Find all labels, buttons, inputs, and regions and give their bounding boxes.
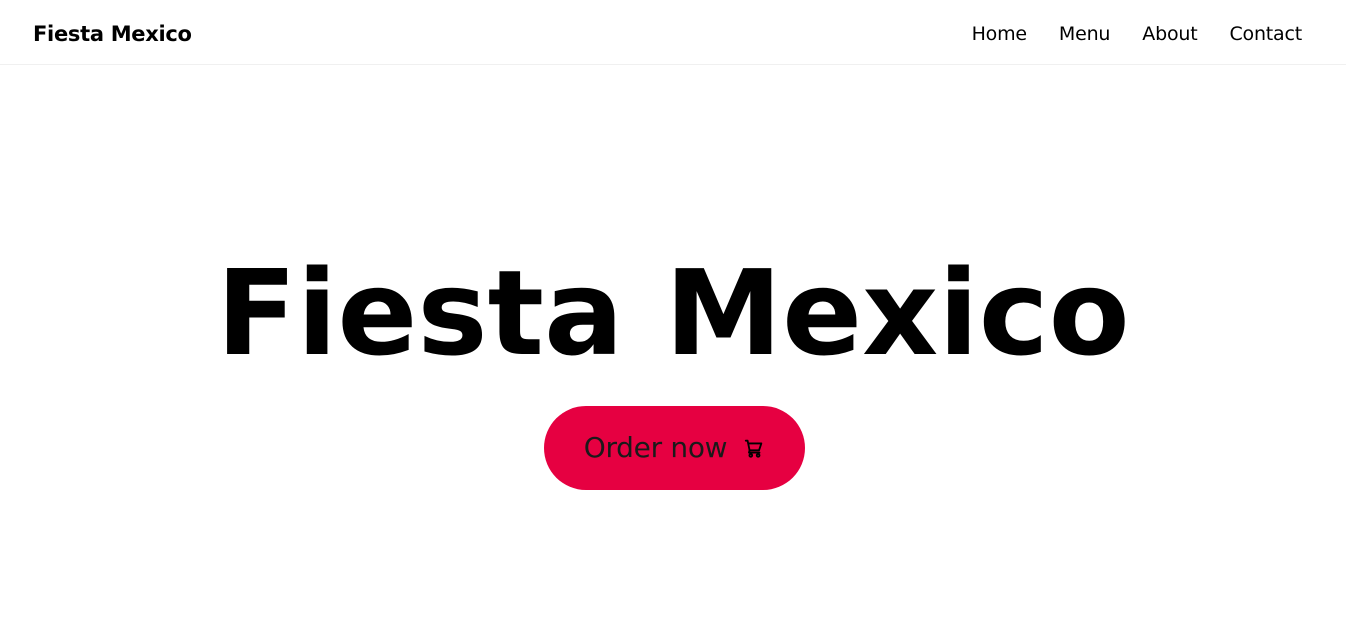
nav-item-home: Home xyxy=(972,20,1028,48)
nav-item-about: About xyxy=(1142,20,1197,48)
nav-links: Home Menu About Contact xyxy=(972,20,1303,48)
nav-link-menu[interactable]: Menu xyxy=(1059,23,1111,45)
hero-title: Fiesta Mexico xyxy=(216,244,1130,382)
shopping-cart-icon xyxy=(743,437,765,459)
nav-link-contact[interactable]: Contact xyxy=(1229,23,1302,45)
nav-link-home[interactable]: Home xyxy=(972,23,1028,45)
order-now-label: Order now xyxy=(583,431,728,464)
order-now-button[interactable]: Order now xyxy=(544,406,805,490)
nav-item-menu: Menu xyxy=(1059,20,1111,48)
navbar: Fiesta Mexico Home Menu About Contact xyxy=(0,0,1346,65)
brand-logo-link[interactable]: Fiesta Mexico xyxy=(33,20,192,48)
nav-item-contact: Contact xyxy=(1229,20,1302,48)
nav-link-about[interactable]: About xyxy=(1142,23,1197,45)
